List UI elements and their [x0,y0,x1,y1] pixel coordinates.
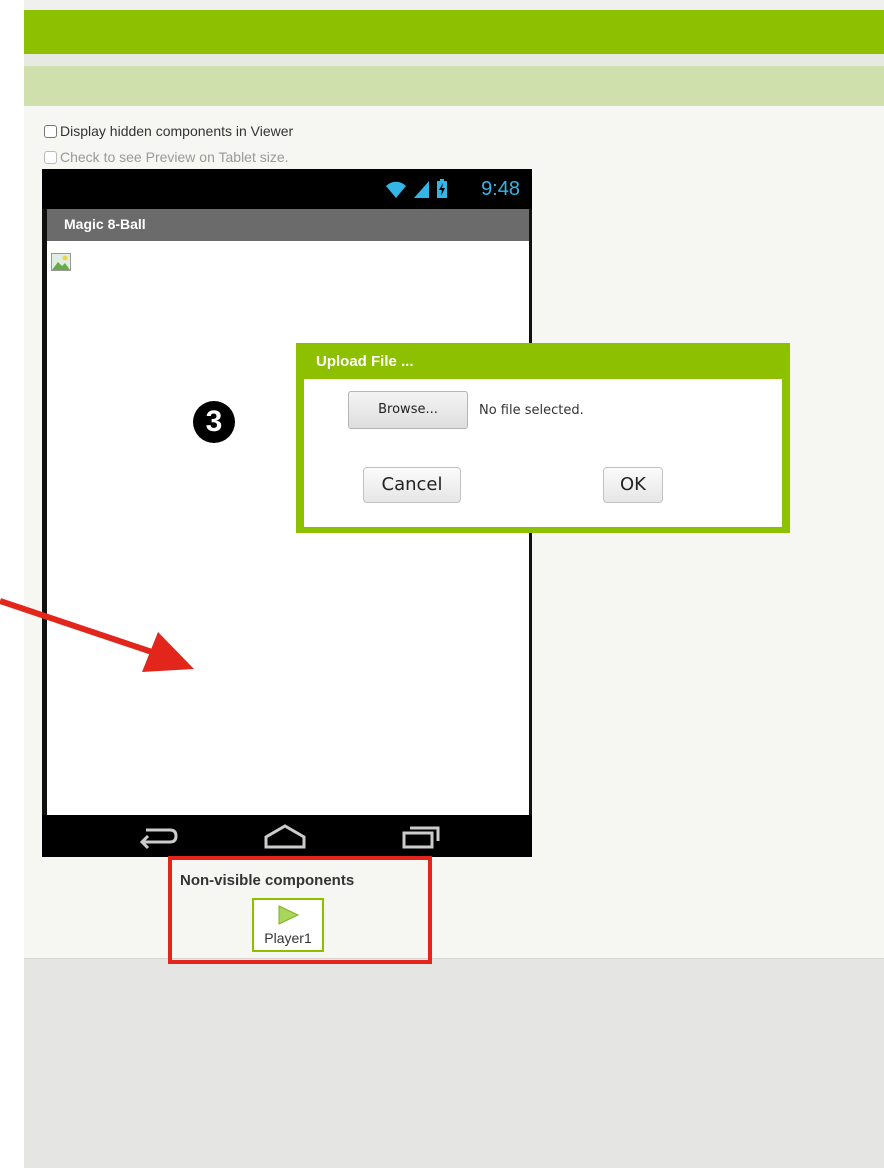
app-title-bar: Magic 8-Ball [47,209,529,241]
workspace-background [24,958,884,1168]
display-hidden-checkbox[interactable] [44,124,57,138]
file-status-label: No file selected. [479,403,584,418]
window-top-edge [24,0,884,10]
dialog-body: Browse... No file selected. Cancel OK [304,379,782,527]
header-separator [24,54,884,66]
status-bar: 9:48 [42,169,532,209]
upload-file-dialog: Upload File ... Browse... No file select… [296,343,790,533]
player1-component[interactable]: Player1 [252,898,324,952]
cancel-button[interactable]: Cancel [363,467,461,503]
status-icons [384,178,448,200]
android-nav-bar [42,815,532,857]
display-hidden-label: Display hidden components in Viewer [60,123,294,139]
app-title: Magic 8-Ball [64,216,146,232]
dialog-title: Upload File ... [316,353,414,370]
player1-label: Player1 [264,930,312,946]
wifi-icon [386,181,406,198]
step-number-badge: 3 [193,401,235,443]
ok-button[interactable]: OK [603,467,663,503]
tablet-preview-checkbox-row[interactable]: Check to see Preview on Tablet size. [44,149,289,165]
red-pointer-arrow [0,598,194,672]
back-icon[interactable] [132,821,182,851]
designer-toolbar [24,66,884,106]
signal-icon [414,181,429,198]
battery-icon [437,179,447,198]
browse-button[interactable]: Browse... [348,391,468,429]
image-placeholder-icon[interactable] [51,253,71,271]
play-icon [278,905,300,925]
recent-apps-icon[interactable] [396,821,446,851]
tablet-preview-label: Check to see Preview on Tablet size. [60,149,289,165]
non-visible-components-title: Non-visible components [180,872,355,889]
app-header-bar [24,10,884,54]
home-icon[interactable] [260,821,310,851]
status-time: 9:48 [481,178,520,200]
tablet-preview-checkbox[interactable] [44,150,57,164]
display-hidden-checkbox-row[interactable]: Display hidden components in Viewer [44,123,293,139]
non-visible-components-highlight: Non-visible components Player1 [168,856,432,964]
